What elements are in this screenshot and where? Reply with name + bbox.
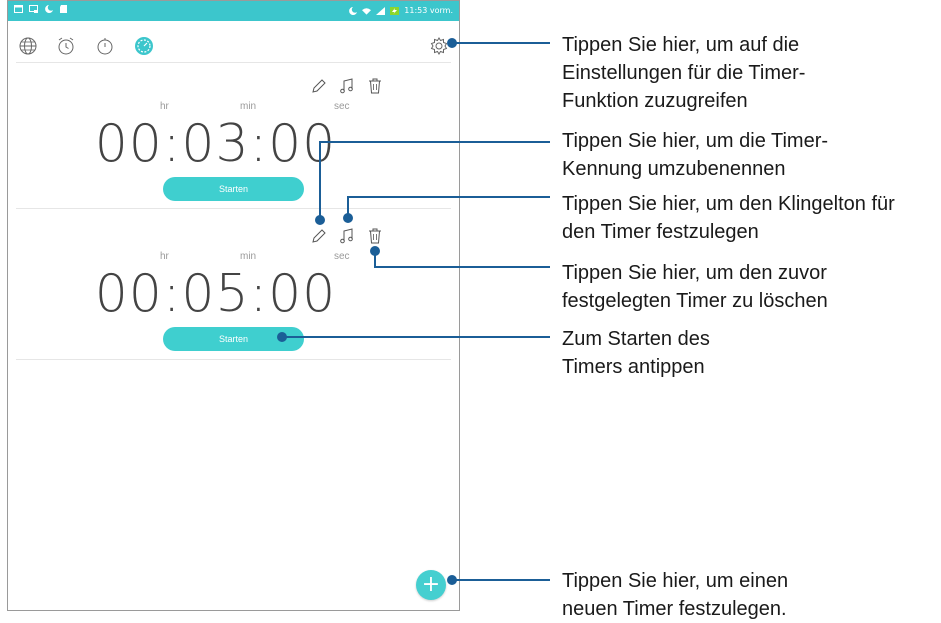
- timer-display[interactable]: 00:05:00: [8, 264, 441, 324]
- music-note-icon[interactable]: [338, 227, 356, 245]
- globe-icon[interactable]: [18, 36, 38, 56]
- timer-display[interactable]: 00:03:00: [8, 114, 441, 174]
- timer-icon[interactable]: [134, 36, 154, 56]
- wifi-icon: [362, 8, 372, 15]
- timer-card-1: hr min sec 00:03:00 Starten: [8, 77, 459, 217]
- minutes-label: min: [240, 101, 257, 112]
- plus-icon: +: [421, 572, 441, 597]
- timer-actions: [308, 227, 388, 247]
- sd-card-icon: [60, 5, 67, 13]
- trash-icon[interactable]: [366, 227, 384, 245]
- status-icons-right: 11:53 vorm.: [348, 5, 453, 17]
- start-button[interactable]: Starten: [163, 327, 304, 351]
- phone-screen: 11:53 vorm. hr min sec 00:03:00 Starten …: [7, 0, 460, 611]
- hours-label: hr: [160, 251, 169, 262]
- signal-icon: [376, 7, 386, 15]
- timer-actions: [308, 77, 388, 97]
- gear-icon[interactable]: [429, 36, 449, 56]
- start-button[interactable]: Starten: [163, 177, 304, 201]
- divider: [16, 62, 451, 63]
- status-time: 11:53 vorm.: [404, 6, 453, 15]
- moon-icon: [349, 7, 358, 15]
- battery-icon: [390, 7, 400, 15]
- callout-ringtone: Tippen Sie hier, um den Klingelton für d…: [562, 193, 895, 243]
- callout-add: Tippen Sie hier, um einen neuen Timer fe…: [562, 570, 789, 620]
- stopwatch-icon[interactable]: [95, 36, 115, 56]
- moon-icon: [45, 5, 53, 13]
- hours-label: hr: [160, 101, 169, 112]
- callout-settings: Tippen Sie hier, um auf die Einstellunge…: [562, 34, 806, 112]
- seconds-label: sec: [334, 101, 350, 112]
- pencil-icon[interactable]: [310, 227, 328, 245]
- callout-start: Zum Starten des Timers antippen: [562, 328, 710, 378]
- callout-delete: Tippen Sie hier, um den zuvor festgelegt…: [562, 262, 828, 312]
- status-icons-left: [14, 5, 68, 13]
- screen-icon: [29, 5, 38, 13]
- callout-rename: Tippen Sie hier, um die Timer- Kennung u…: [562, 130, 829, 180]
- minutes-label: min: [240, 251, 257, 262]
- add-timer-button[interactable]: +: [416, 570, 446, 600]
- divider: [16, 359, 451, 360]
- tab-bar: [8, 27, 459, 63]
- notification-icon: [14, 5, 23, 13]
- music-note-icon[interactable]: [338, 77, 356, 95]
- pencil-icon[interactable]: [310, 77, 328, 95]
- timer-card-2: hr min sec 00:05:00 Starten: [8, 227, 459, 367]
- divider: [16, 208, 451, 209]
- seconds-label: sec: [334, 251, 350, 262]
- trash-icon[interactable]: [366, 77, 384, 95]
- alarm-clock-icon[interactable]: [56, 36, 76, 56]
- status-bar: 11:53 vorm.: [8, 1, 459, 21]
